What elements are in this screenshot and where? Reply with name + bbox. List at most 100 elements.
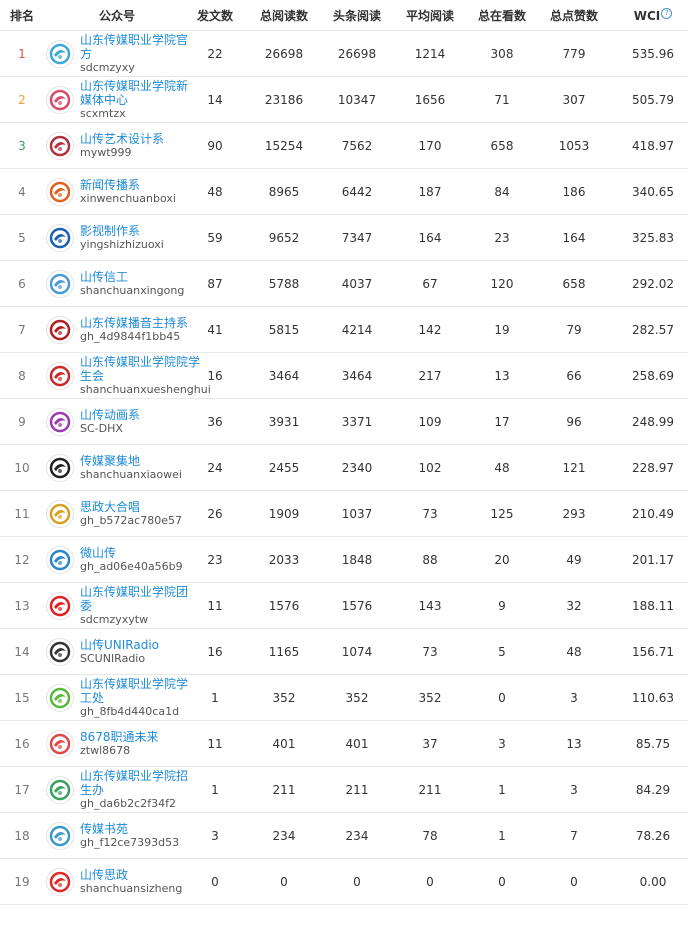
account-name-link[interactable]: 山东传媒播音主持系 bbox=[80, 316, 188, 330]
account-id: shanchuanxingong bbox=[80, 283, 185, 297]
account-cell: 影视制作系 yingshizhizuoxi bbox=[44, 214, 190, 261]
student-union-seal-icon[interactable] bbox=[46, 361, 74, 390]
table-row: 18 传媒书苑 gh_f12ce7393d53 3 234 234 78 1 7 78.26 bbox=[0, 812, 688, 859]
account-name-link[interactable]: 山传思政 bbox=[80, 868, 182, 882]
account-text: 山东传媒播音主持系 gh_4d9844f1bb45 bbox=[80, 316, 188, 344]
total-reads-cell: 5815 bbox=[240, 306, 328, 353]
avg-reads-cell: 0 bbox=[386, 858, 474, 905]
account-info: 山传信工 shanchuanxingong bbox=[44, 269, 190, 298]
swirl-logo-icon[interactable] bbox=[46, 545, 74, 574]
heart-logo-icon[interactable] bbox=[46, 867, 74, 896]
account-id: sdcmzyxytw bbox=[80, 612, 149, 626]
total-reads-cell: 8965 bbox=[240, 168, 328, 215]
radio-logo-icon[interactable] bbox=[46, 637, 74, 666]
col-header-total-reads[interactable]: 总阅读数 bbox=[240, 0, 328, 31]
book-logo-icon[interactable] bbox=[46, 821, 74, 850]
globe-logo-icon[interactable] bbox=[46, 269, 74, 298]
animation-logo-icon[interactable] bbox=[46, 407, 74, 436]
account-info: 影视制作系 yingshizhizuoxi bbox=[44, 223, 190, 252]
avg-reads-cell: 102 bbox=[386, 444, 474, 491]
account-name-link[interactable]: 山东传媒职业学院官方 bbox=[80, 33, 190, 61]
account-id: ztwl8678 bbox=[80, 743, 131, 757]
ranking-table: 排名 公众号 发文数 总阅读数 头条阅读 平均阅读 总在看数 总点赞数 WCI?… bbox=[0, 0, 688, 905]
broadcast-seal-icon[interactable] bbox=[46, 315, 74, 344]
col-header-avg-reads[interactable]: 平均阅读 bbox=[386, 0, 474, 31]
pinwheel-logo-icon[interactable] bbox=[46, 85, 74, 114]
posts-cell: 90 bbox=[190, 122, 240, 169]
account-name-link[interactable]: 山东传媒职业学院团委 bbox=[80, 585, 190, 613]
total-likes-cell: 293 bbox=[530, 490, 618, 537]
film-badge-icon[interactable] bbox=[46, 223, 74, 252]
wci-cell: 210.49 bbox=[618, 490, 688, 537]
wci-cell: 535.96 bbox=[618, 30, 688, 77]
account-name-link[interactable]: 山东传媒职业学院学工处 bbox=[80, 677, 190, 705]
account-cell: 微山传 gh_ad06e40a56b9 bbox=[44, 536, 190, 583]
total-reads-cell: 23186 bbox=[240, 76, 328, 123]
news-badge-icon[interactable] bbox=[46, 177, 74, 206]
account-cell: 山东传媒播音主持系 gh_4d9844f1bb45 bbox=[44, 306, 190, 353]
help-icon[interactable]: ? bbox=[661, 7, 673, 19]
avg-reads-cell: 211 bbox=[386, 766, 474, 813]
col-header-headline-reads[interactable]: 头条阅读 bbox=[328, 0, 386, 31]
wci-cell: 156.71 bbox=[618, 628, 688, 675]
account-name-link[interactable]: 微山传 bbox=[80, 546, 183, 560]
total-likes-cell: 79 bbox=[530, 306, 618, 353]
account-info: 山传UNIRadio SCUNIRadio bbox=[44, 637, 190, 666]
col-header-total-likes[interactable]: 总点赞数 bbox=[530, 0, 618, 31]
account-name-link[interactable]: 传媒书苑 bbox=[80, 822, 179, 836]
account-name-link[interactable]: 传媒聚集地 bbox=[80, 454, 182, 468]
account-info: 山东传媒职业学院新媒体中心 scxmtzx bbox=[44, 79, 190, 121]
rank-cell: 13 bbox=[0, 582, 44, 629]
headline-reads-cell: 0 bbox=[328, 858, 386, 905]
total-likes-cell: 307 bbox=[530, 76, 618, 123]
account-name-link[interactable]: 思政大合唱 bbox=[80, 500, 182, 514]
leaf-logo-icon[interactable] bbox=[46, 683, 74, 712]
posts-cell: 36 bbox=[190, 398, 240, 445]
table-row: 10 传媒聚集地 shanchuanxiaowei 24 2455 2340 102 48 12… bbox=[0, 444, 688, 491]
posts-cell: 1 bbox=[190, 766, 240, 813]
headline-reads-cell: 401 bbox=[328, 720, 386, 767]
swirl-logo-icon[interactable] bbox=[46, 39, 74, 68]
col-header-wci[interactable]: WCI? bbox=[618, 0, 688, 31]
rank-cell: 8 bbox=[0, 352, 44, 399]
choir-badge-icon[interactable] bbox=[46, 499, 74, 528]
headline-reads-cell: 1576 bbox=[328, 582, 386, 629]
account-name-link[interactable]: 山传信工 bbox=[80, 270, 184, 284]
admissions-logo-icon[interactable] bbox=[46, 775, 74, 804]
total-watching-cell: 9 bbox=[474, 582, 530, 629]
account-name-link[interactable]: 8678职通未来 bbox=[80, 730, 159, 744]
youth-league-badge-icon[interactable] bbox=[46, 591, 74, 620]
account-text: 影视制作系 yingshizhizuoxi bbox=[80, 224, 164, 252]
account-name-link[interactable]: 山传艺术设计系 bbox=[80, 132, 164, 146]
account-name-link[interactable]: 山东传媒职业学院招生办 bbox=[80, 769, 190, 797]
avg-reads-cell: 143 bbox=[386, 582, 474, 629]
avg-reads-cell: 1656 bbox=[386, 76, 474, 123]
ink-circle-icon[interactable] bbox=[46, 453, 74, 482]
col-header-posts[interactable]: 发文数 bbox=[190, 0, 240, 31]
headline-reads-cell: 234 bbox=[328, 812, 386, 859]
rank-cell: 3 bbox=[0, 122, 44, 169]
starburst-logo-icon[interactable] bbox=[46, 729, 74, 758]
total-watching-cell: 19 bbox=[474, 306, 530, 353]
account-name-link[interactable]: 山东传媒职业学院院学生会 bbox=[80, 355, 211, 383]
col-header-total-watching[interactable]: 总在看数 bbox=[474, 0, 530, 31]
account-info: 山东传媒播音主持系 gh_4d9844f1bb45 bbox=[44, 315, 190, 344]
account-name-link[interactable]: 影视制作系 bbox=[80, 224, 164, 238]
account-text: 山传UNIRadio SCUNIRadio bbox=[80, 638, 159, 666]
account-info: 微山传 gh_ad06e40a56b9 bbox=[44, 545, 190, 574]
account-name-link[interactable]: 新闻传播系 bbox=[80, 178, 176, 192]
account-id: gh_4d9844f1bb45 bbox=[80, 329, 181, 343]
account-cell: 山东传媒职业学院官方 sdcmzyxy bbox=[44, 30, 190, 77]
posts-cell: 87 bbox=[190, 260, 240, 307]
avg-reads-cell: 217 bbox=[386, 352, 474, 399]
account-name-link[interactable]: 山传动画系 bbox=[80, 408, 140, 422]
posts-cell: 41 bbox=[190, 306, 240, 353]
rank-cell: 14 bbox=[0, 628, 44, 675]
posts-cell: 11 bbox=[190, 582, 240, 629]
total-likes-cell: 3 bbox=[530, 674, 618, 721]
account-name-link[interactable]: 山传UNIRadio bbox=[80, 638, 159, 652]
account-name-link[interactable]: 山东传媒职业学院新媒体中心 bbox=[80, 79, 190, 107]
account-info: 山东传媒职业学院官方 sdcmzyxy bbox=[44, 33, 190, 75]
account-id: gh_f12ce7393d53 bbox=[80, 835, 180, 849]
art-seal-icon[interactable] bbox=[46, 131, 74, 160]
